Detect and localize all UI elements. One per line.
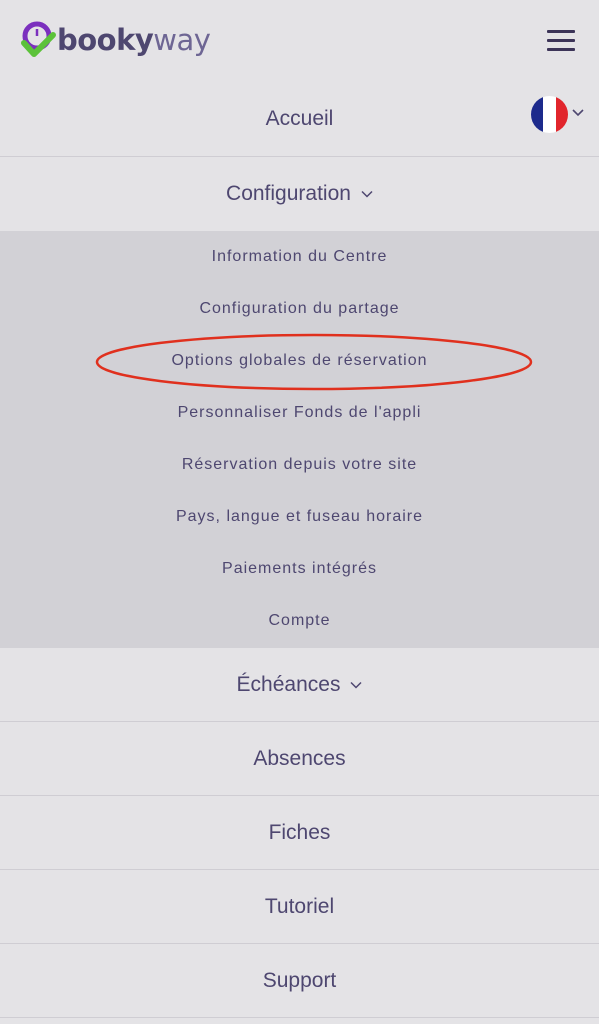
submenu-item-label: Information du Centre xyxy=(211,248,388,265)
submenu-item-compte[interactable]: Compte xyxy=(0,601,599,641)
menu-item-support-label: Support xyxy=(262,969,337,992)
menu-item-absences[interactable]: Absences xyxy=(0,722,599,796)
menu-item-configuration[interactable]: Configuration xyxy=(0,157,599,231)
submenu-item-reservation-site[interactable]: Réservation depuis votre site xyxy=(0,445,599,485)
submenu-item-configuration-partage[interactable]: Configuration du partage xyxy=(0,289,599,329)
submenu-item-pays-langue[interactable]: Pays, langue et fuseau horaire xyxy=(0,497,599,537)
submenu-item-label: Réservation depuis votre site xyxy=(181,456,418,473)
menu-item-tutoriel-label: Tutoriel xyxy=(264,895,335,918)
menu-item-absences-label: Absences xyxy=(253,747,346,770)
menu-item-accueil[interactable]: Accueil xyxy=(0,82,599,156)
chevron-down-icon xyxy=(361,190,373,198)
logo-text-way: way xyxy=(153,23,211,57)
submenu-item-label: Compte xyxy=(268,612,331,629)
submenu-item-personnaliser-fonds[interactable]: Personnaliser Fonds de l'appli xyxy=(0,393,599,433)
menu-item-tutoriel[interactable]: Tutoriel xyxy=(0,870,599,944)
logo-text: bookyway xyxy=(57,23,211,57)
menu-item-echeances[interactable]: Échéances xyxy=(0,648,599,722)
header: bookyway xyxy=(0,0,599,82)
divider xyxy=(0,1017,599,1018)
submenu-item-label: Configuration du partage xyxy=(199,300,400,317)
logo-text-booky: booky xyxy=(57,23,154,57)
hamburger-icon[interactable] xyxy=(547,30,575,52)
submenu-item-label: Paiements intégrés xyxy=(222,560,377,577)
menu-item-echeances-label: Échéances xyxy=(236,673,341,696)
menu-item-accueil-label: Accueil xyxy=(265,107,334,130)
menu-item-support[interactable]: Support xyxy=(0,944,599,1018)
submenu-item-paiements[interactable]: Paiements intégrés xyxy=(0,549,599,589)
menu-item-configuration-label: Configuration xyxy=(226,182,351,205)
menu-item-fiches[interactable]: Fiches xyxy=(0,796,599,870)
configuration-submenu: Information du Centre Configuration du p… xyxy=(0,231,599,648)
submenu-item-label: Personnaliser Fonds de l'appli xyxy=(177,404,422,421)
highlight-ellipse-annotation xyxy=(95,333,533,391)
logo-check-pin-icon xyxy=(20,21,56,59)
submenu-item-information-centre[interactable]: Information du Centre xyxy=(0,237,599,277)
menu-item-fiches-label: Fiches xyxy=(268,821,331,844)
bookyway-logo[interactable]: bookyway xyxy=(20,20,211,60)
submenu-item-label: Pays, langue et fuseau horaire xyxy=(175,508,424,525)
chevron-down-icon xyxy=(350,681,362,689)
